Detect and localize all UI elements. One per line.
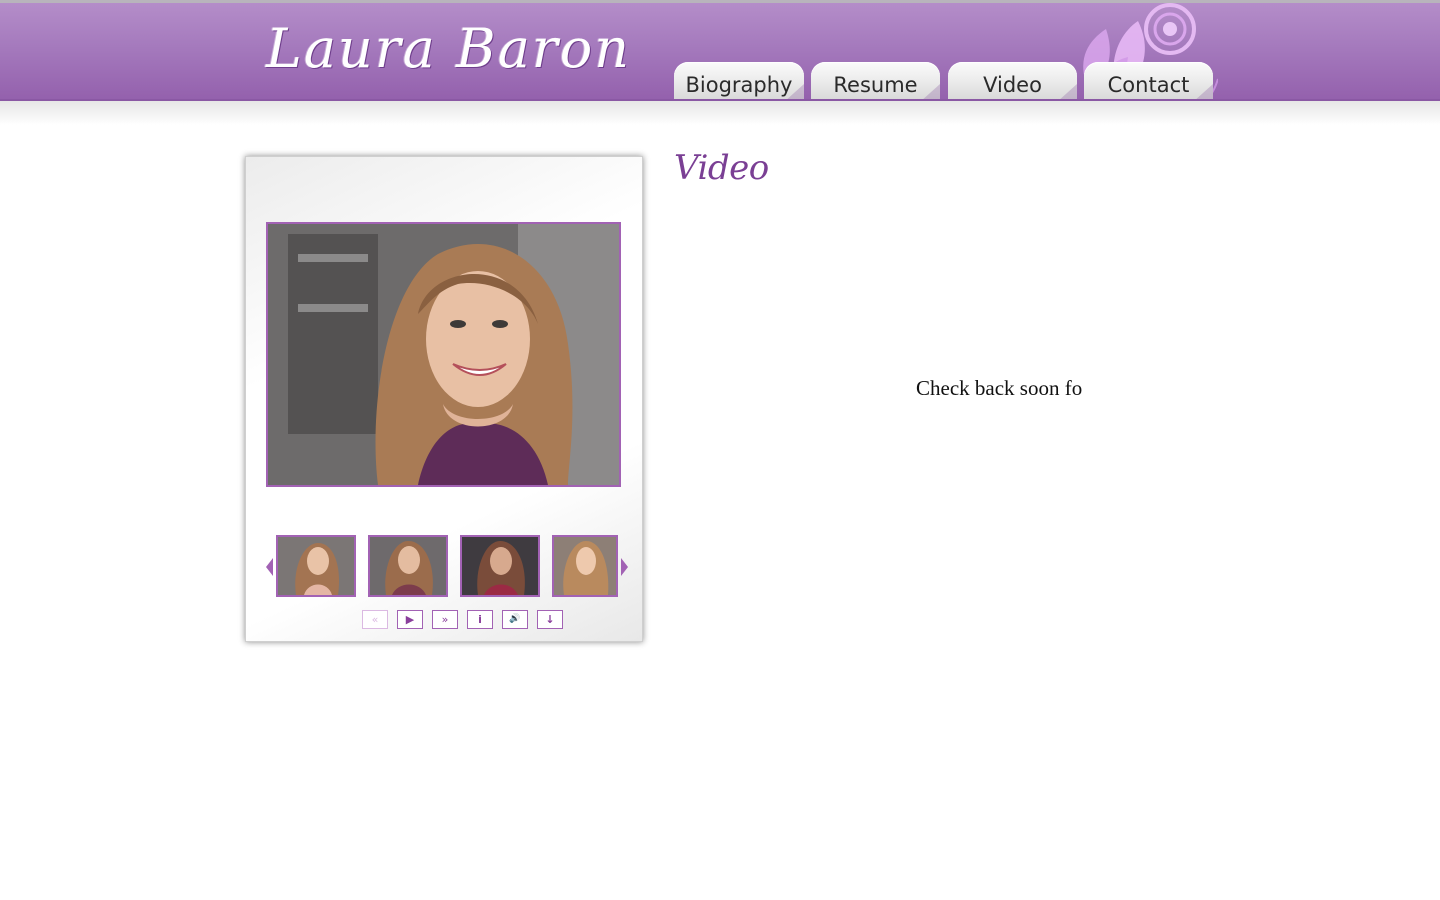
thumbnail-image (370, 537, 446, 595)
site-logo[interactable]: Laura Baron (266, 17, 631, 80)
next-arrow-icon[interactable] (621, 558, 628, 576)
thumbnail-strip (266, 535, 628, 599)
sound-icon[interactable]: 🔊 (502, 610, 528, 629)
fast-forward-icon[interactable]: » (432, 610, 458, 629)
coming-soon-notice: Check back soon fo (916, 376, 1083, 400)
thumbnail-image (278, 537, 354, 595)
tab-resume[interactable]: Resume (811, 62, 940, 99)
tab-video[interactable]: Video (948, 62, 1077, 99)
header-shadow (0, 101, 1440, 125)
thumbnail-image (462, 537, 538, 595)
portrait-image (268, 224, 619, 485)
thumbnail-image (554, 537, 616, 595)
thumbnail-1[interactable] (276, 535, 356, 597)
previous-arrow-icon[interactable] (266, 558, 273, 576)
play-icon[interactable]: ▶ (397, 610, 423, 629)
info-icon[interactable]: i (467, 610, 493, 629)
thumbnail-2[interactable] (368, 535, 448, 597)
download-icon[interactable]: ↓ (537, 610, 563, 629)
photo-gallery: « ▶ » i 🔊 ↓ (245, 156, 643, 642)
tab-contact[interactable]: Contact (1084, 62, 1213, 99)
rewind-icon[interactable]: « (362, 610, 388, 629)
site-header: Laura Baron Biography Resume Video Conta… (0, 3, 1440, 101)
page-title: Video (674, 148, 769, 188)
main-photo[interactable] (266, 222, 621, 487)
thumbnail-4[interactable] (552, 535, 618, 597)
tab-biography[interactable]: Biography (674, 62, 804, 99)
thumbnail-3[interactable] (460, 535, 540, 597)
